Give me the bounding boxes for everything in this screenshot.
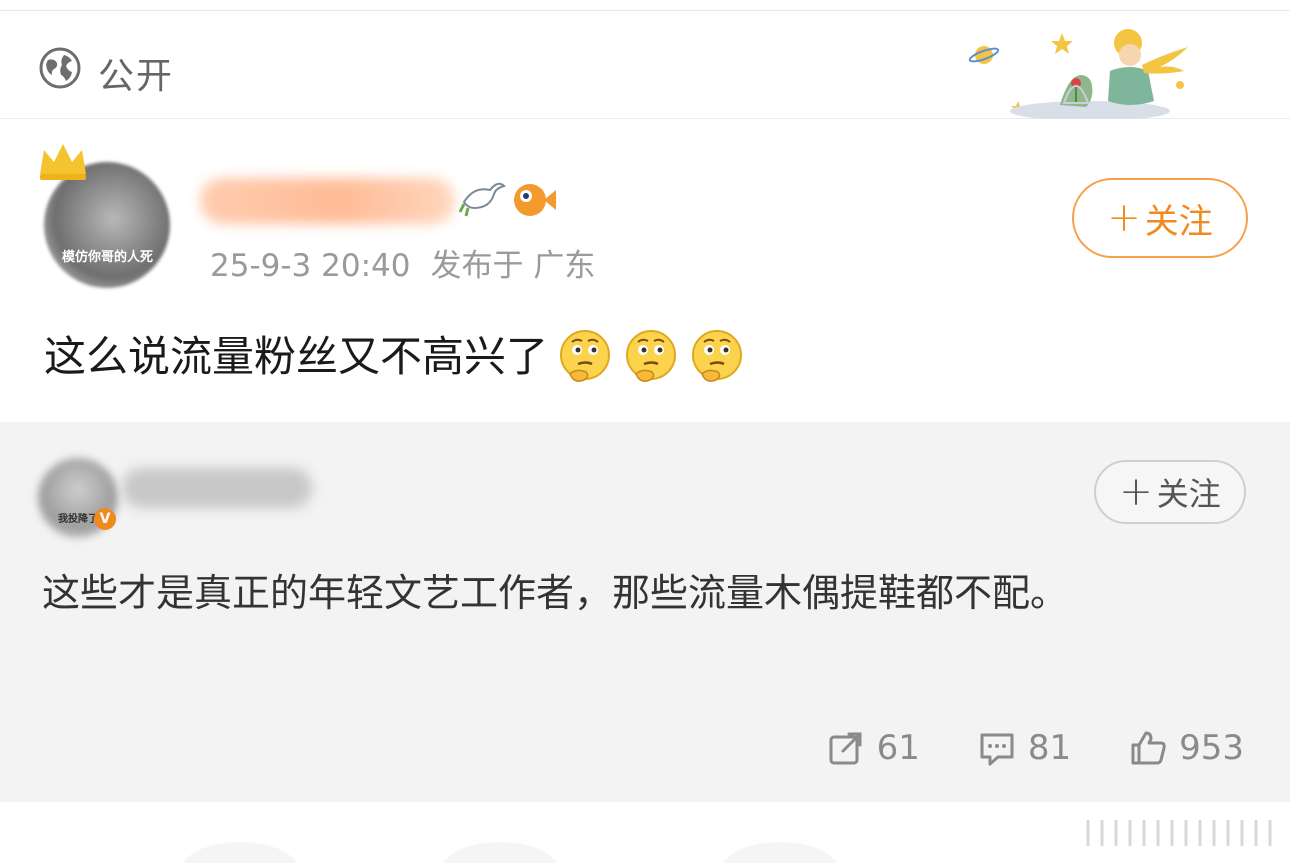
visibility-label: 公开 [98, 56, 175, 97]
author-avatar[interactable]: 模仿你哥的人死 [36, 140, 186, 290]
post-text: 这么说流量粉丝又不高兴了 [44, 332, 549, 381]
follow-button-label: 关注 [1144, 201, 1213, 242]
like-button[interactable]: 953 [1129, 728, 1244, 768]
comment-icon [980, 733, 1014, 766]
globe-icon [39, 47, 81, 89]
post-location: 发布于 广东 [430, 248, 596, 284]
post-timestamp: 25-9-3 20:40 [210, 248, 411, 284]
follow-author-button[interactable]: + 关注 [1072, 178, 1248, 258]
share-icon [829, 732, 862, 765]
post-content: 这么说流量粉丝又不高兴了 [44, 328, 746, 386]
repost-text: 这些才是真正的年轻文艺工作者，那些流量木偶提鞋都不配。 [42, 571, 1069, 615]
action-bar: 61 81 953 [769, 728, 1244, 768]
placeholder-shape [180, 842, 300, 863]
placeholder-shape [720, 842, 840, 863]
repost-avatar-tag: 我投降了 [58, 514, 98, 525]
thinking-face-icon [626, 330, 677, 382]
visibility-bar: 公开 [0, 11, 1290, 119]
plus-icon: + [1107, 195, 1141, 241]
dove-badge-icon [458, 182, 506, 217]
author-name-redacted[interactable] [200, 178, 455, 224]
thinking-face-icon [560, 330, 611, 382]
like-count: 953 [1179, 728, 1244, 768]
thinking-face-icon [692, 330, 743, 382]
scroll-indicator[interactable] [1082, 816, 1282, 850]
avatar-caption: 模仿你哥的人死 [62, 250, 154, 265]
verified-badge-icon: V [94, 508, 116, 530]
follow-repost-author-button[interactable]: + 关注 [1094, 460, 1246, 524]
plus-icon: + [1119, 469, 1153, 515]
crown-icon [40, 144, 86, 180]
comment-button[interactable]: 81 [978, 728, 1071, 768]
thumbs-up-icon [1131, 731, 1166, 765]
follow-button-label: 关注 [1156, 475, 1221, 513]
placeholder-shape [440, 842, 560, 863]
fish-badge-icon [514, 184, 556, 216]
share-button[interactable]: 61 [827, 728, 920, 768]
repost-author-name-redacted[interactable] [122, 468, 312, 508]
share-count: 61 [876, 728, 920, 768]
little-prince-illustration [968, 29, 1188, 119]
comment-count: 81 [1027, 728, 1072, 768]
weibo-post: 模仿你哥的人死 25-9-3 20:40 发布于 广东 + 关注 这么说流量粉丝又… [0, 120, 1290, 422]
post-meta: 25-9-3 20:40 发布于 广东 [210, 244, 595, 288]
reposted-post[interactable]: 我投降了 V + 关注 这些才是真正的年轻文艺工作者，那些流量木偶提鞋都不配。 … [0, 422, 1290, 802]
